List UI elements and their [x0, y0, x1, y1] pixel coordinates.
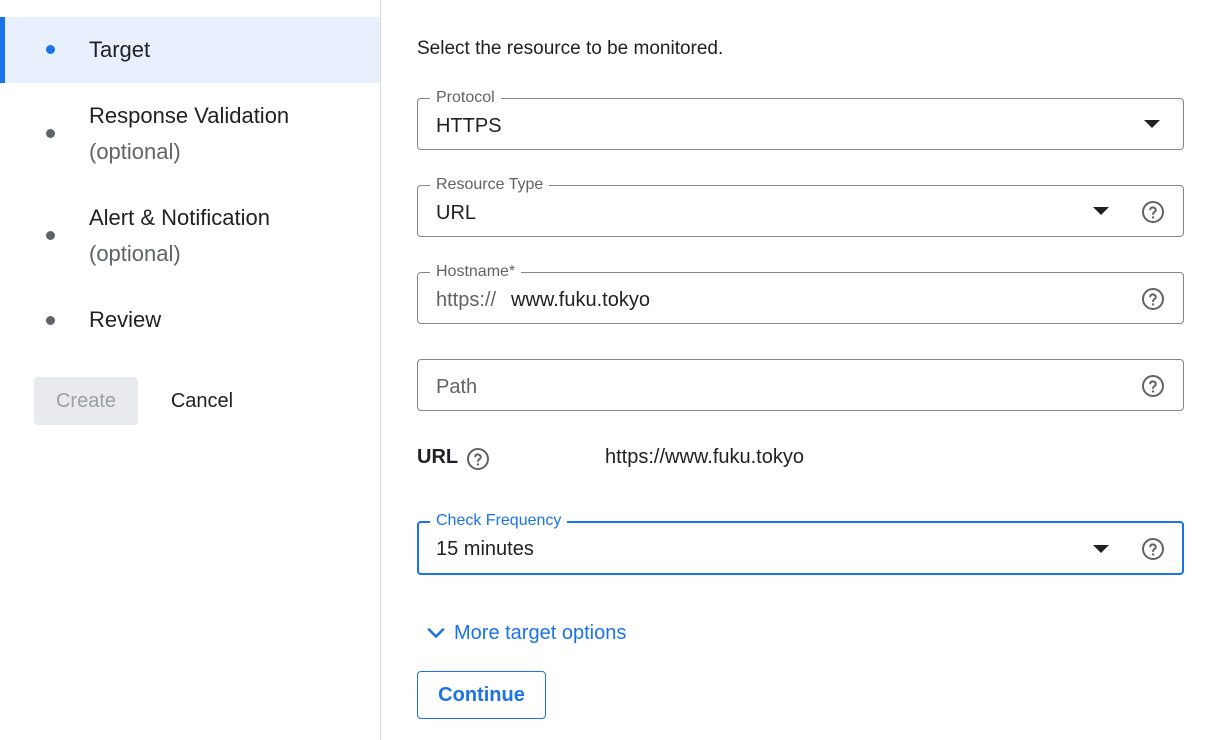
create-button[interactable]: Create — [34, 377, 138, 425]
check-frequency-value: 15 minutes — [436, 538, 534, 560]
step-response-validation[interactable]: Response Validation (optional) — [0, 96, 380, 172]
step-title: Review — [89, 307, 162, 332]
more-target-options-label: More target options — [454, 621, 627, 644]
protocol-value: HTTPS — [436, 115, 502, 137]
step-title: Response Validation — [89, 103, 290, 128]
check-frequency-select[interactable]: Check Frequency 15 minutes — [417, 512, 1184, 575]
help-circle-icon[interactable] — [1141, 200, 1165, 224]
more-target-options-toggle[interactable]: More target options — [424, 618, 626, 648]
help-circle-icon[interactable] — [466, 447, 490, 471]
url-label: URL — [417, 446, 459, 468]
intro-text: Select the resource to be monitored. — [417, 38, 724, 59]
caret-down-icon — [1093, 207, 1109, 215]
hostname-prefix: https:// — [436, 289, 497, 311]
step-alert-notification[interactable]: Alert & Notification (optional) — [0, 198, 380, 274]
help-circle-icon[interactable] — [1141, 537, 1165, 561]
step-subtitle: (optional) — [89, 139, 181, 164]
hostname-field[interactable]: Hostname* https:// www.fuku.tokyo — [417, 263, 1184, 324]
protocol-select[interactable]: Protocol HTTPS — [417, 89, 1184, 150]
step-review[interactable]: Review — [0, 300, 380, 340]
hostname-label: Hostname* — [430, 263, 522, 281]
protocol-label: Protocol — [430, 89, 501, 107]
help-circle-icon[interactable] — [1141, 374, 1165, 398]
step-dot-icon — [46, 129, 55, 138]
step-dot-icon — [46, 45, 55, 54]
hostname-input[interactable]: www.fuku.tokyo — [511, 288, 650, 312]
resource-type-value: URL — [436, 202, 477, 224]
check-frequency-label: Check Frequency — [430, 512, 568, 530]
caret-down-icon — [1144, 120, 1160, 128]
step-dot-icon — [46, 316, 55, 325]
path-placeholder: Path — [436, 376, 478, 398]
step-title: Target — [89, 37, 151, 62]
chevron-down-icon — [427, 628, 445, 638]
url-value: https://www.fuku.tokyo — [605, 446, 804, 468]
step-dot-icon — [46, 231, 55, 240]
stepper-sidebar: Target Response Validation (optional) Al… — [0, 0, 381, 740]
help-circle-icon[interactable] — [1141, 287, 1165, 311]
path-field[interactable]: Path — [417, 359, 1184, 411]
caret-down-icon — [1093, 545, 1109, 553]
resource-type-label: Resource Type — [430, 176, 550, 194]
step-target[interactable]: Target — [0, 17, 380, 83]
continue-button[interactable]: Continue — [417, 671, 546, 719]
step-subtitle: (optional) — [89, 241, 181, 266]
resource-type-select[interactable]: Resource Type URL — [417, 176, 1184, 237]
cancel-button[interactable]: Cancel — [152, 377, 252, 425]
step-title: Alert & Notification — [89, 205, 270, 230]
